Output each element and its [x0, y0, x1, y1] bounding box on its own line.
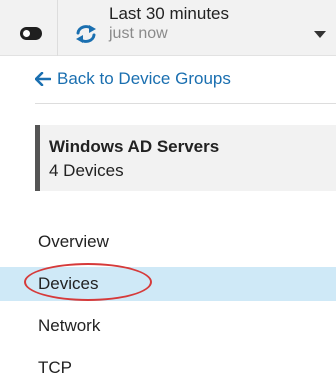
last-refresh-label: just now [109, 25, 168, 42]
sidebar-toggle[interactable] [0, 0, 58, 56]
nav-item-label: Overview [38, 232, 109, 251]
device-group-header: Windows AD Servers 4 Devices [35, 125, 336, 191]
page: Last 30 minutes just now Back to Device … [0, 0, 336, 381]
nav-item-network[interactable]: Network [0, 309, 336, 343]
nav-item-devices[interactable]: Devices [0, 263, 336, 301]
nav-item-tcp[interactable]: TCP [0, 351, 336, 381]
divider [35, 103, 336, 104]
group-name: Windows AD Servers [49, 137, 220, 156]
nav-item-label: TCP [38, 358, 72, 377]
nav-item-overview[interactable]: Overview [0, 225, 336, 259]
toggle-icon[interactable] [20, 27, 42, 40]
nav-item-label: Network [38, 316, 101, 335]
nav-item-label: Devices [38, 274, 99, 293]
time-selector-bar: Last 30 minutes just now [0, 0, 336, 56]
arrow-left-icon [35, 72, 51, 86]
back-link-label: Back to Device Groups [57, 69, 231, 88]
refresh-icon[interactable] [74, 24, 98, 44]
time-range-selector[interactable]: Last 30 minutes just now [58, 0, 336, 56]
back-to-device-groups-link[interactable]: Back to Device Groups [35, 68, 231, 90]
chevron-down-icon[interactable] [314, 31, 326, 38]
time-range-label: Last 30 minutes [109, 4, 230, 23]
group-device-count: 4 Devices [49, 161, 124, 180]
